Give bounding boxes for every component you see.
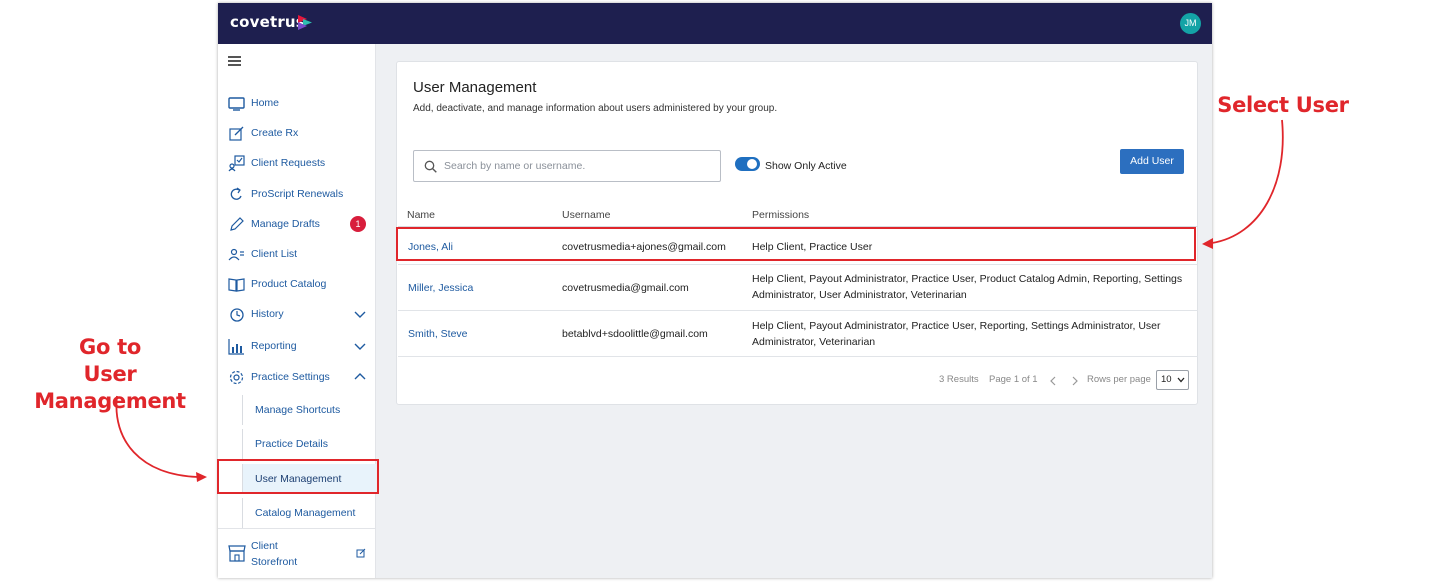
sidebar-item-reporting[interactable]: Reporting <box>218 334 376 360</box>
user-management-highlight-box <box>217 459 379 494</box>
column-header-username[interactable]: Username <box>562 209 610 221</box>
sidebar-item-label: Manage Drafts <box>251 218 320 230</box>
sidebar-item-label: Client Storefront <box>251 540 298 568</box>
book-icon <box>228 278 245 292</box>
page-subtitle: Add, deactivate, and manage information … <box>413 103 778 114</box>
results-count: 3 Results <box>939 374 979 385</box>
chevron-down-icon[interactable] <box>354 308 366 320</box>
sidebar-item-client-list[interactable]: Client List <box>218 242 376 268</box>
sidebar-item-label: History <box>251 308 284 320</box>
user-name-link[interactable]: Miller, Jessica <box>408 280 473 296</box>
permissions-cell: Help Client, Payout Administrator, Pract… <box>752 320 1161 348</box>
search-icon <box>424 160 437 173</box>
client-requests-icon <box>228 155 245 172</box>
sidebar-item-label: Client List <box>251 248 298 260</box>
search-box[interactable] <box>413 150 721 182</box>
column-header-permissions[interactable]: Permissions <box>752 209 809 221</box>
rows-per-page-label: Rows per page <box>1087 374 1151 385</box>
arrow-to-select-user <box>1211 119 1284 244</box>
monitor-icon <box>228 97 245 111</box>
selected-user-row-highlight-box <box>396 227 1196 261</box>
page-title: User Management <box>413 79 537 96</box>
bar-chart-icon <box>228 339 244 355</box>
sidebar-item-label: Create Rx <box>251 127 299 139</box>
sidebar-item-label: Practice Settings <box>251 371 330 383</box>
annotation-go-to-user-management: Go to User Management <box>6 334 214 415</box>
sidebar-item-product-catalog[interactable]: Product Catalog <box>218 272 376 298</box>
chevron-up-icon[interactable] <box>354 371 366 383</box>
show-only-active-toggle[interactable] <box>735 157 760 171</box>
pencil-icon <box>230 217 244 231</box>
covetrus-logo-mark-icon <box>298 15 312 30</box>
sidebar-divider <box>218 528 376 529</box>
page-indicator: Page 1 of 1 <box>989 374 1038 385</box>
sidebar-subitem-practice-details[interactable]: Practice Details <box>242 429 376 459</box>
username-cell: betablvd+sdoolittle@gmail.com <box>562 328 708 340</box>
username-cell: covetrusmedia@gmail.com <box>562 282 689 294</box>
hamburger-menu-icon[interactable] <box>228 56 241 66</box>
table-row[interactable]: Smith, Steve betablvd+sdoolittle@gmail.c… <box>398 311 1198 357</box>
sidebar-subitem-label: Catalog Management <box>255 507 356 519</box>
history-icon <box>230 308 244 322</box>
annotation-select-user: Select User <box>1217 93 1349 117</box>
add-user-button[interactable]: Add User <box>1120 149 1184 174</box>
sidebar-subitem-label: Manage Shortcuts <box>255 404 341 416</box>
top-navigation-bar: covetrus JM <box>218 3 1212 44</box>
chevron-left-icon[interactable] <box>1049 376 1057 386</box>
sidebar-item-practice-settings[interactable]: Practice Settings <box>218 365 376 391</box>
sidebar-item-manage-drafts[interactable]: Manage Drafts 1 <box>218 212 376 238</box>
table-row[interactable]: Miller, Jessica covetrusmedia@gmail.com … <box>398 265 1198 311</box>
user-name-link[interactable]: Smith, Steve <box>408 326 468 342</box>
sidebar-item-home[interactable]: Home <box>218 91 376 117</box>
users-icon <box>228 248 244 261</box>
chevron-down-icon <box>1177 377 1185 383</box>
external-link-icon <box>356 548 366 558</box>
gear-icon <box>229 370 244 385</box>
toggle-label: Show Only Active <box>765 160 847 172</box>
refresh-icon <box>230 187 242 200</box>
storefront-icon <box>228 545 246 562</box>
rows-per-page-select[interactable]: 10 <box>1156 370 1189 390</box>
user-avatar[interactable]: JM <box>1180 13 1201 34</box>
search-input[interactable] <box>444 157 714 175</box>
chevron-right-icon[interactable] <box>1071 376 1079 386</box>
sidebar-item-proscript-renewals[interactable]: ProScript Renewals <box>218 182 376 208</box>
sidebar: Home Create Rx Client Requests ProScript… <box>218 44 376 578</box>
column-header-name[interactable]: Name <box>407 209 435 221</box>
covetrus-logo[interactable]: covetrus <box>230 13 305 31</box>
sidebar-item-history[interactable]: History <box>218 302 376 328</box>
sidebar-item-label: Reporting <box>251 340 297 352</box>
sidebar-item-label: Product Catalog <box>251 278 327 290</box>
drafts-count-badge: 1 <box>350 216 366 232</box>
sidebar-item-create-rx[interactable]: Create Rx <box>218 121 376 147</box>
rows-per-page-value: 10 <box>1161 374 1172 385</box>
sidebar-subitem-label: Practice Details <box>255 438 328 450</box>
edit-icon <box>229 126 244 141</box>
sidebar-item-label: Home <box>251 97 280 109</box>
sidebar-item-label: ProScript Renewals <box>251 188 344 200</box>
sidebar-item-label: Client Requests <box>251 157 326 169</box>
permissions-cell: Help Client, Payout Administrator, Pract… <box>752 273 1183 301</box>
sidebar-subitem-catalog-management[interactable]: Catalog Management <box>242 498 376 528</box>
sidebar-item-client-storefront[interactable]: Client Storefront <box>218 536 376 572</box>
arrow-head-left-icon <box>196 472 207 482</box>
annotation-line-2: User Management <box>34 362 186 413</box>
sidebar-item-client-requests[interactable]: Client Requests <box>218 151 376 177</box>
chevron-down-icon[interactable] <box>354 340 366 352</box>
annotation-line-1: Go to <box>79 335 141 359</box>
sidebar-subitem-manage-shortcuts[interactable]: Manage Shortcuts <box>242 395 376 425</box>
